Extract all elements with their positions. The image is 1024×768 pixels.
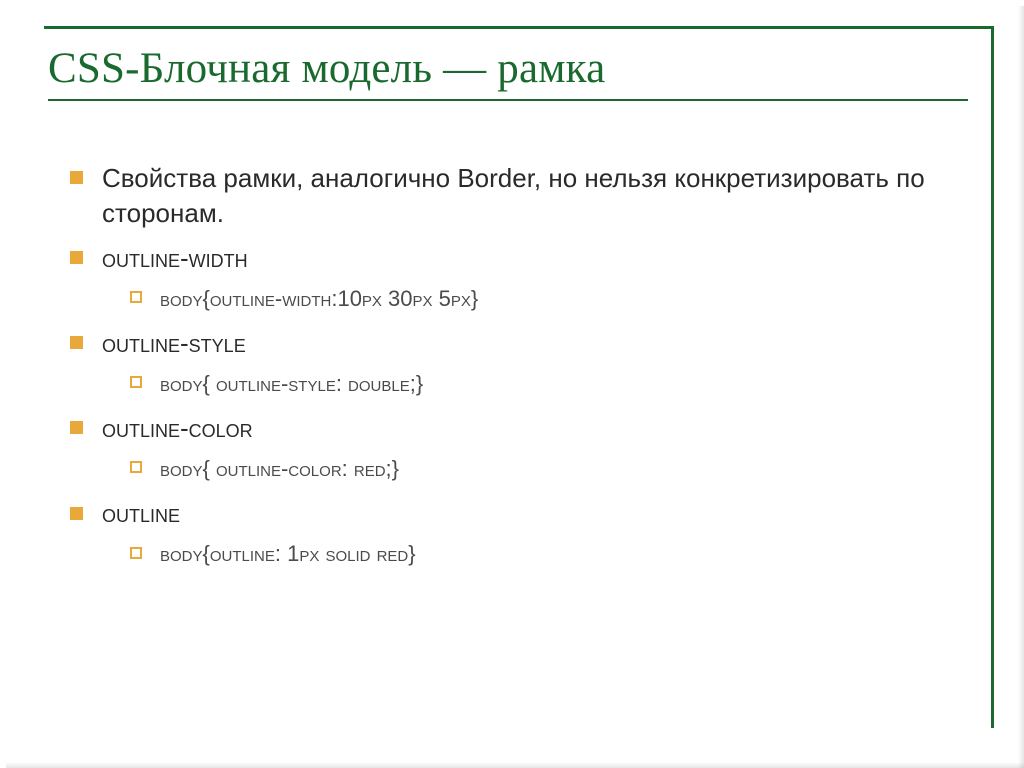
bullet-text: Свойства рамки, аналогично Border, но не… [102, 163, 925, 228]
bullet-text: Outline-style [102, 328, 246, 358]
bullet-text: Outline-color [102, 413, 253, 443]
frame-right-line [991, 26, 994, 728]
bullet-item-5: Outline Body{outline: 1px solid red} [70, 496, 980, 571]
title-underline [48, 99, 968, 101]
sub-bullet-text: Body{ outline-style: double;} [160, 371, 423, 396]
sub-bullet-text: Body{outline: 1px solid red} [160, 541, 416, 566]
sub-bullet-list: Body{outline: 1px solid red} [130, 537, 980, 571]
sub-bullet-list: Body{outline-width:10px 30px 5px} [130, 282, 980, 316]
bullet-text: Outline-width [102, 243, 248, 273]
sub-bullet-item: Body{ outline-style: double;} [130, 367, 980, 401]
slide: CSS-Блочная модель — рамка Свойства рамк… [0, 0, 1024, 768]
sub-bullet-text: Body{ outline-color: red;} [160, 456, 399, 481]
bullet-item-2: Outline-width Body{outline-width:10px 30… [70, 241, 980, 316]
bullet-item-1: Свойства рамки, аналогично Border, но не… [70, 161, 980, 231]
bullet-item-4: Outline-color Body{ outline-color: red;} [70, 411, 980, 486]
slide-shadow-bottom [6, 762, 1024, 768]
frame-top-line [44, 26, 994, 29]
slide-shadow-right [1018, 6, 1024, 768]
bullet-list: Свойства рамки, аналогично Border, но не… [70, 161, 980, 572]
sub-bullet-text: Body{outline-width:10px 30px 5px} [160, 286, 478, 311]
sub-bullet-item: Body{outline-width:10px 30px 5px} [130, 282, 980, 316]
bullet-text: Outline [102, 498, 180, 528]
sub-bullet-list: Body{ outline-color: red;} [130, 452, 980, 486]
sub-bullet-item: Body{ outline-color: red;} [130, 452, 980, 486]
sub-bullet-item: Body{outline: 1px solid red} [130, 537, 980, 571]
bullet-item-3: Outline-style Body{ outline-style: doubl… [70, 326, 980, 401]
sub-bullet-list: Body{ outline-style: double;} [130, 367, 980, 401]
slide-title: CSS-Блочная модель — рамка [48, 44, 980, 93]
slide-content: Свойства рамки, аналогично Border, но не… [70, 161, 980, 572]
